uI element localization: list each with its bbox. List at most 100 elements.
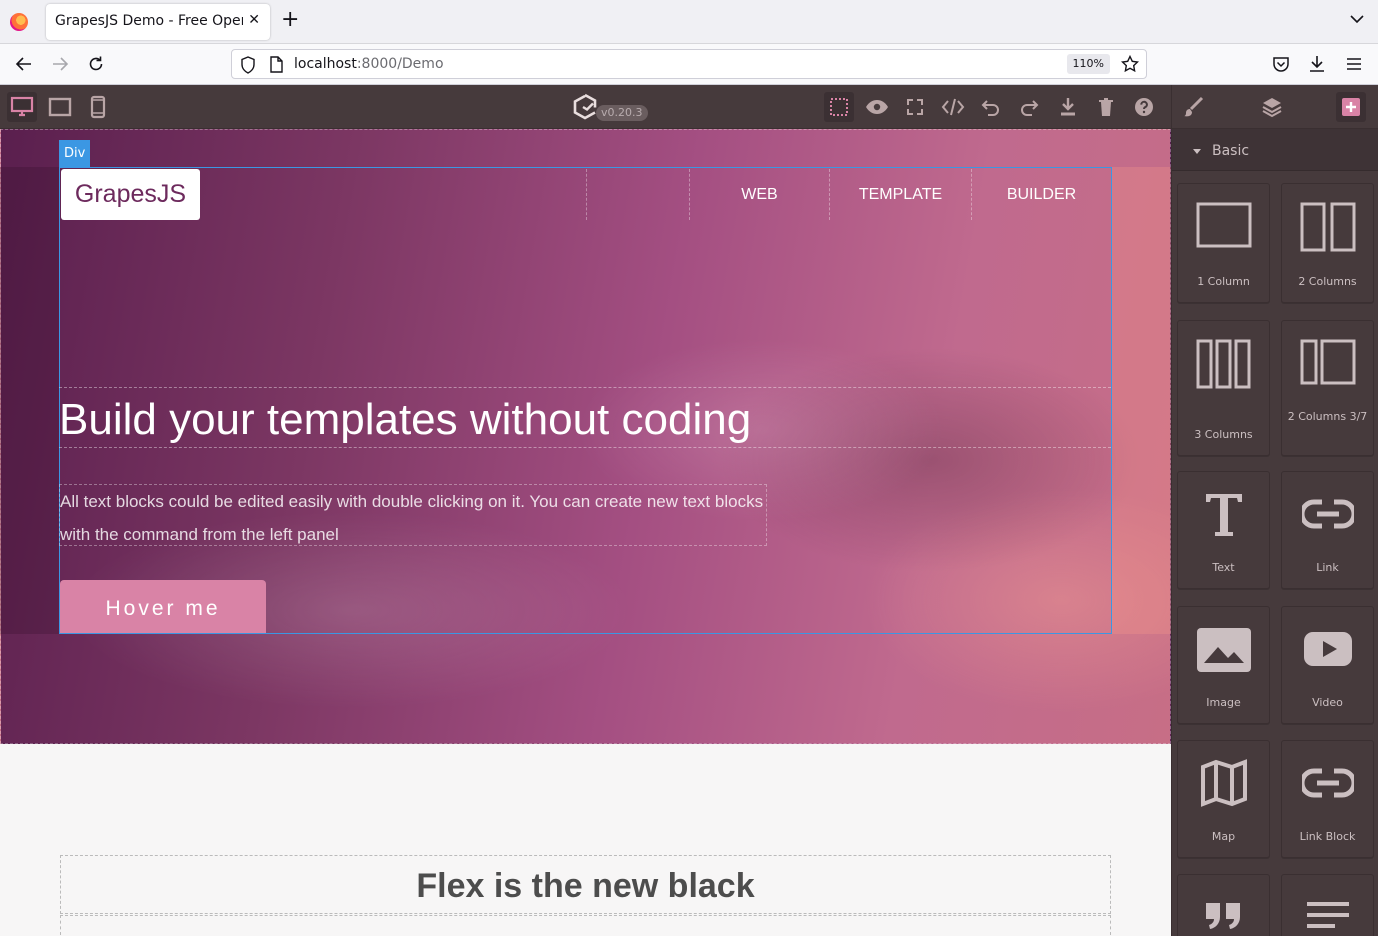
fullscreen-icon bbox=[907, 99, 923, 115]
block-label: Image bbox=[1206, 696, 1241, 709]
columns-37-icon bbox=[1300, 339, 1355, 385]
open-blocks-button[interactable] bbox=[1336, 92, 1366, 122]
block-2-columns-37[interactable]: 2 Columns 3/7 bbox=[1281, 320, 1374, 456]
desktop-icon bbox=[10, 96, 34, 117]
block-label: 2 Columns bbox=[1298, 275, 1357, 288]
block-map[interactable]: Map bbox=[1177, 740, 1270, 858]
new-tab-button[interactable]: + bbox=[281, 9, 299, 31]
quote-icon bbox=[1205, 903, 1240, 929]
tab-title: GrapesJS Demo - Free Open bbox=[55, 13, 243, 29]
block-link-block[interactable]: Link Block bbox=[1281, 740, 1374, 858]
block-link[interactable]: Link bbox=[1281, 471, 1374, 589]
firefox-logo-icon bbox=[10, 13, 28, 31]
block-3-columns[interactable]: 3 Columns bbox=[1177, 320, 1270, 456]
open-layer-manager-button[interactable] bbox=[1257, 92, 1287, 122]
device-mobile-button[interactable] bbox=[83, 92, 113, 122]
section-content[interactable] bbox=[60, 915, 1111, 935]
hamburger-menu-icon[interactable] bbox=[1345, 56, 1363, 72]
zoom-level-badge[interactable]: 110% bbox=[1066, 54, 1110, 74]
block-label: Video bbox=[1312, 696, 1343, 709]
video-icon bbox=[1303, 632, 1352, 666]
editor-canvas[interactable]: Div GrapesJS WEB TEMPLATE BUILDER Build … bbox=[0, 129, 1171, 936]
block-label: Text bbox=[1212, 561, 1235, 574]
undo-button[interactable] bbox=[976, 92, 1006, 122]
sw-visibility-button[interactable] bbox=[824, 92, 854, 122]
block-label: 1 Column bbox=[1197, 275, 1250, 288]
block-text[interactable]: Text bbox=[1177, 471, 1270, 589]
section-title[interactable]: Flex is the new black bbox=[60, 855, 1111, 914]
shield-icon[interactable] bbox=[240, 56, 256, 74]
brand-logo[interactable]: GrapesJS bbox=[61, 169, 200, 220]
device-tablet-button[interactable] bbox=[45, 92, 75, 122]
grapesjs-logo-icon bbox=[573, 93, 597, 120]
tab-list-chevron-icon[interactable] bbox=[1350, 12, 1364, 26]
block-category-basic[interactable]: Basic bbox=[1172, 129, 1378, 171]
open-style-manager-button[interactable] bbox=[1178, 92, 1208, 122]
bookmark-star-icon[interactable] bbox=[1121, 55, 1139, 73]
hero-text[interactable]: All text blocks could be edited easily w… bbox=[59, 484, 767, 546]
layer-manager-icon bbox=[1262, 98, 1282, 118]
clear-canvas-button[interactable] bbox=[1091, 92, 1121, 122]
blocks-panel: Basic 1 Column 2 Columns 3 Columns 2 Col… bbox=[1171, 129, 1378, 936]
block-2-columns[interactable]: 2 Columns bbox=[1281, 183, 1374, 303]
hero-title[interactable]: Build your templates without coding bbox=[59, 387, 1111, 448]
block-video[interactable]: Video bbox=[1281, 606, 1374, 724]
block-text-section[interactable] bbox=[1281, 874, 1374, 936]
selected-component-badge[interactable]: Div bbox=[59, 140, 91, 167]
block-1-column[interactable]: 1 Column bbox=[1177, 183, 1270, 303]
browser-nav-bar: localhost:8000/Demo 110% bbox=[0, 44, 1378, 85]
block-label: 3 Columns bbox=[1194, 428, 1253, 441]
import-button[interactable] bbox=[1053, 92, 1083, 122]
link-icon bbox=[1301, 499, 1354, 529]
mobile-icon bbox=[90, 95, 106, 119]
page-icon[interactable] bbox=[269, 56, 283, 73]
block-quote[interactable] bbox=[1177, 874, 1270, 936]
tab-close-icon[interactable]: ✕ bbox=[248, 12, 260, 28]
nav-link-template[interactable]: TEMPLATE bbox=[829, 169, 971, 220]
hero-overlay-left bbox=[0, 167, 60, 634]
block-image[interactable]: Image bbox=[1177, 606, 1270, 724]
reload-button[interactable] bbox=[85, 53, 107, 75]
block-category-title: Basic bbox=[1212, 143, 1250, 159]
hover-me-button[interactable]: Hover me bbox=[60, 580, 266, 633]
text-section-icon bbox=[1306, 902, 1349, 928]
redo-icon bbox=[1021, 100, 1039, 116]
downloads-icon[interactable] bbox=[1308, 54, 1326, 74]
browser-tab[interactable]: GrapesJS Demo - Free Open ✕ bbox=[46, 4, 270, 40]
editor-top-toolbar: v0.20.3 bbox=[0, 85, 1171, 129]
caret-down-icon bbox=[1193, 149, 1201, 154]
columns-3-icon bbox=[1196, 339, 1250, 389]
help-button[interactable] bbox=[1129, 92, 1159, 122]
block-label: Map bbox=[1211, 830, 1236, 843]
redo-button[interactable] bbox=[1014, 92, 1044, 122]
block-label: Link bbox=[1316, 561, 1339, 574]
sw-visibility-icon bbox=[830, 98, 848, 116]
pocket-icon[interactable] bbox=[1272, 55, 1290, 73]
grapesjs-editor: v0.20.3 Div GrapesJS WEB TEMPLATE BUILDE… bbox=[0, 85, 1378, 936]
help-icon bbox=[1135, 98, 1153, 116]
nav-menu[interactable]: WEB TEMPLATE BUILDER bbox=[586, 169, 1110, 220]
nav-link-builder[interactable]: BUILDER bbox=[971, 169, 1111, 220]
forward-arrow-icon bbox=[53, 57, 69, 71]
image-icon bbox=[1196, 628, 1251, 672]
link-block-icon bbox=[1301, 768, 1354, 798]
back-arrow-icon bbox=[15, 57, 31, 71]
url-bar[interactable]: localhost:8000/Demo 110% bbox=[231, 49, 1147, 79]
preview-button[interactable] bbox=[862, 92, 892, 122]
url-host: localhost bbox=[294, 56, 357, 72]
version-badge: v0.20.3 bbox=[596, 105, 648, 121]
reload-icon bbox=[89, 56, 103, 71]
column-1-icon bbox=[1196, 202, 1251, 248]
nav-link-web[interactable]: WEB bbox=[689, 169, 829, 220]
forward-button[interactable] bbox=[49, 53, 71, 75]
map-icon bbox=[1200, 759, 1247, 807]
fullscreen-button[interactable] bbox=[900, 92, 930, 122]
export-code-button[interactable] bbox=[938, 92, 968, 122]
import-icon bbox=[1061, 98, 1075, 116]
back-button[interactable] bbox=[13, 53, 35, 75]
url-text[interactable]: localhost:8000/Demo bbox=[294, 56, 444, 72]
block-label: 2 Columns 3/7 bbox=[1287, 410, 1368, 423]
block-label: Link Block bbox=[1299, 830, 1356, 843]
device-desktop-button[interactable] bbox=[7, 92, 37, 122]
panel-switcher-bar bbox=[1171, 85, 1378, 129]
